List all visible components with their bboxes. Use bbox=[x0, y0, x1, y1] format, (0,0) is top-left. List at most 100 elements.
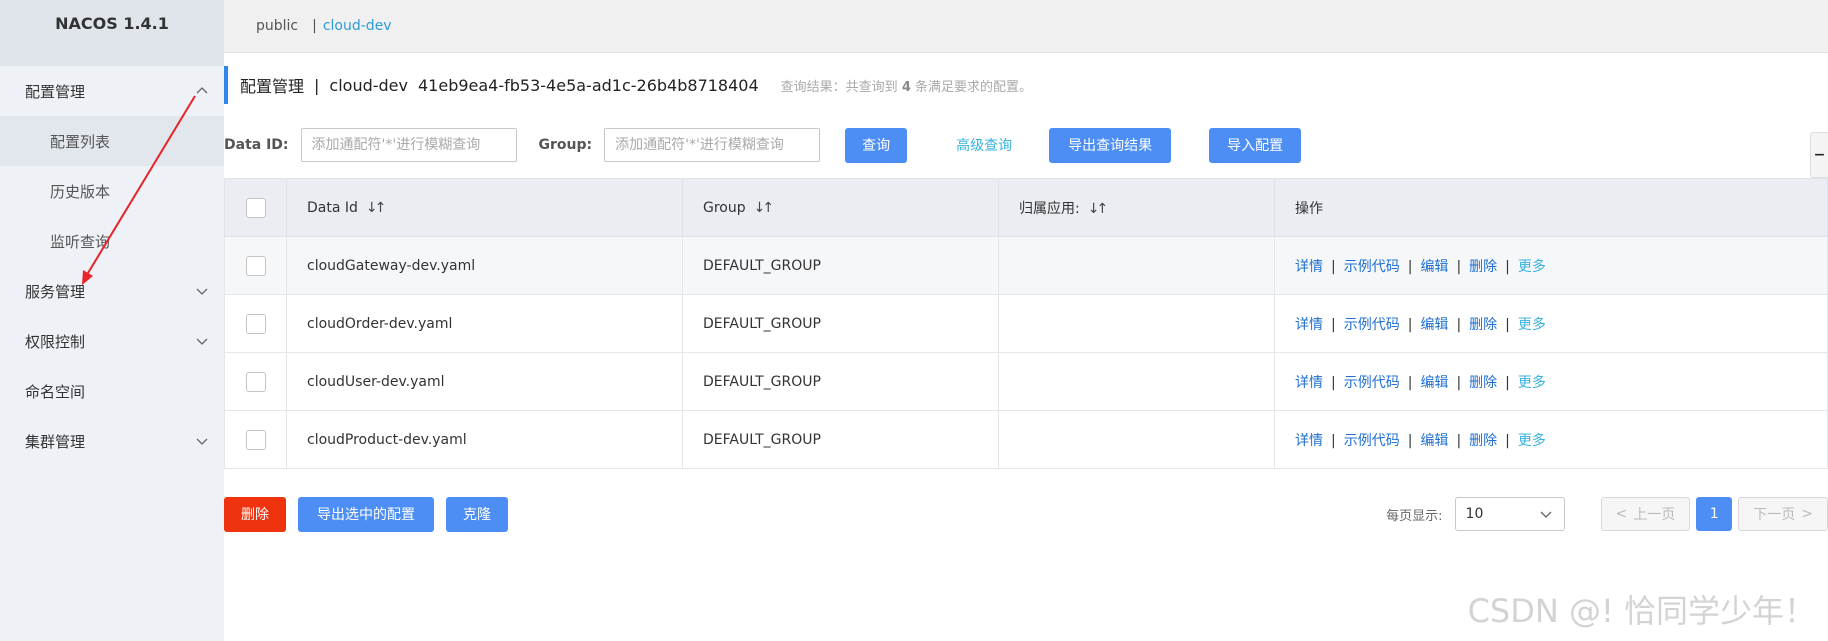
row-checkbox[interactable] bbox=[245, 429, 266, 450]
cell-app bbox=[998, 236, 1275, 295]
table-row: cloudUser-dev.yaml DEFAULT_GROUP 详情 | 示例代码… bbox=[224, 352, 1828, 411]
sample-code-link[interactable]: 示例代码 bbox=[1344, 375, 1400, 391]
advanced-query-link[interactable]: 高级查询 bbox=[939, 128, 1029, 163]
cell-group: DEFAULT_GROUP bbox=[682, 410, 999, 469]
table-row: cloudOrder-dev.yaml DEFAULT_GROUP 详情 | 示例代… bbox=[224, 294, 1828, 353]
cell-app bbox=[998, 294, 1275, 353]
namespace-bar: public | cloud-dev bbox=[224, 0, 1828, 53]
cell-data-id: cloudGateway-dev.yaml bbox=[286, 236, 683, 295]
detail-link[interactable]: 详情 bbox=[1295, 317, 1323, 333]
column-header-app[interactable]: 归属应用: ↓↑ bbox=[998, 178, 1275, 237]
sort-icon[interactable]: ↓↑ bbox=[1088, 201, 1109, 217]
app-root: NACOS 1.4.1 配置管理 配置列表 历史版本 监听查询 服务管理 权限控… bbox=[0, 0, 1828, 641]
sample-code-link[interactable]: 示例代码 bbox=[1344, 433, 1400, 449]
cell-data-id: cloudOrder-dev.yaml bbox=[286, 294, 683, 353]
sidebar-group-access-control[interactable]: 权限控制 bbox=[0, 316, 224, 366]
detail-link[interactable]: 详情 bbox=[1295, 433, 1323, 449]
page-size-label: 每页显示: bbox=[1386, 508, 1443, 524]
column-header-group[interactable]: Group ↓↑ bbox=[682, 178, 999, 237]
sidebar-group-label: 服务管理 bbox=[25, 282, 86, 301]
page-size-select[interactable]: 10 bbox=[1454, 497, 1565, 531]
delete-link[interactable]: 删除 bbox=[1469, 259, 1497, 275]
select-all-checkbox[interactable] bbox=[245, 197, 266, 218]
sidebar-group-label: 权限控制 bbox=[25, 332, 86, 351]
delete-link[interactable]: 删除 bbox=[1469, 433, 1497, 449]
sort-icon[interactable]: ↓↑ bbox=[366, 200, 387, 216]
sidebar-item-label: 配置列表 bbox=[50, 132, 111, 151]
sidebar-item-label: 监听查询 bbox=[50, 232, 111, 251]
cell-group: DEFAULT_GROUP bbox=[682, 236, 999, 295]
column-header-data-id[interactable]: Data Id ↓↑ bbox=[286, 178, 683, 237]
more-link[interactable]: 更多 bbox=[1518, 433, 1546, 449]
query-button[interactable]: 查询 bbox=[845, 127, 908, 163]
sidebar-group-service-management[interactable]: 服务管理 bbox=[0, 266, 224, 316]
main-content: public | cloud-dev 配置管理 | cloud-dev 41eb… bbox=[224, 0, 1828, 641]
title-separator: | bbox=[314, 75, 320, 95]
chevron-down-icon bbox=[196, 438, 208, 445]
sidebar: NACOS 1.4.1 配置管理 配置列表 历史版本 监听查询 服务管理 权限控… bbox=[0, 0, 224, 641]
namespace-cloud-dev[interactable]: cloud-dev bbox=[323, 18, 392, 34]
row-checkbox[interactable] bbox=[245, 313, 266, 334]
edit-link[interactable]: 编辑 bbox=[1420, 375, 1448, 391]
cell-operations: 详情 | 示例代码 | 编辑 | 删除 | 更多 bbox=[1274, 236, 1828, 295]
side-collapse-tab[interactable]: − bbox=[1810, 132, 1828, 178]
clone-button[interactable]: 克隆 bbox=[446, 496, 508, 532]
sidebar-item-history[interactable]: 历史版本 bbox=[0, 166, 224, 216]
more-link[interactable]: 更多 bbox=[1518, 259, 1546, 275]
filter-bar: Data ID: Group: 查询 高级查询 导出查询结果 导入配置 bbox=[224, 127, 1828, 163]
bulk-delete-button[interactable]: 删除 bbox=[224, 496, 286, 532]
more-link[interactable]: 更多 bbox=[1518, 375, 1546, 391]
sidebar-group-cluster-management[interactable]: 集群管理 bbox=[0, 416, 224, 466]
sidebar-group-namespace[interactable]: 命名空间 bbox=[0, 366, 224, 416]
csdn-watermark: CSDN @! 恰同学少年！ bbox=[1467, 592, 1816, 630]
chevron-down-icon bbox=[196, 338, 208, 345]
cell-app bbox=[998, 352, 1275, 411]
row-checkbox[interactable] bbox=[245, 255, 266, 276]
edit-link[interactable]: 编辑 bbox=[1420, 433, 1448, 449]
cell-app bbox=[998, 410, 1275, 469]
chevron-up-icon bbox=[196, 87, 208, 94]
delete-link[interactable]: 删除 bbox=[1469, 317, 1497, 333]
query-result-count: 4 bbox=[901, 79, 911, 95]
cell-data-id: cloudProduct-dev.yaml bbox=[286, 410, 683, 469]
page-button-current[interactable]: 1 bbox=[1696, 497, 1733, 531]
query-result-text: 查询结果：共查询到 4 条满足要求的配置。 bbox=[780, 79, 1033, 95]
namespace-public[interactable]: public bbox=[256, 18, 298, 34]
prev-page-button[interactable]: < 上一页 bbox=[1600, 497, 1691, 531]
sample-code-link[interactable]: 示例代码 bbox=[1344, 259, 1400, 275]
import-config-button[interactable]: 导入配置 bbox=[1209, 127, 1302, 163]
sidebar-group-label: 命名空间 bbox=[25, 382, 86, 401]
column-header-operations: 操作 bbox=[1274, 178, 1828, 237]
sidebar-item-label: 历史版本 bbox=[50, 182, 111, 201]
export-query-results-button[interactable]: 导出查询结果 bbox=[1049, 127, 1172, 163]
sidebar-group-label: 配置管理 bbox=[25, 82, 86, 101]
more-link[interactable]: 更多 bbox=[1518, 317, 1546, 333]
group-label: Group: bbox=[538, 137, 593, 153]
data-id-input[interactable] bbox=[300, 128, 517, 162]
chevron-down-icon bbox=[196, 288, 208, 295]
table-header-row: Data Id ↓↑ Group ↓↑ 归属应用: ↓↑ 操作 bbox=[224, 178, 1828, 237]
detail-link[interactable]: 详情 bbox=[1295, 375, 1323, 391]
export-selected-button[interactable]: 导出选中的配置 bbox=[298, 496, 434, 532]
app-logo: NACOS 1.4.1 bbox=[0, 0, 224, 66]
chevron-left-icon: < bbox=[1615, 506, 1628, 522]
group-input[interactable] bbox=[604, 128, 821, 162]
next-page-button[interactable]: 下一页 > bbox=[1738, 497, 1828, 531]
cell-data-id: cloudUser-dev.yaml bbox=[286, 352, 683, 411]
table-row: cloudProduct-dev.yaml DEFAULT_GROUP 详情 | 示… bbox=[224, 410, 1828, 469]
edit-link[interactable]: 编辑 bbox=[1420, 317, 1448, 333]
cell-operations: 详情 | 示例代码 | 编辑 | 删除 | 更多 bbox=[1274, 410, 1828, 469]
sidebar-group-config-management[interactable]: 配置管理 bbox=[0, 66, 224, 116]
delete-link[interactable]: 删除 bbox=[1469, 375, 1497, 391]
table-row: cloudGateway-dev.yaml DEFAULT_GROUP 详情 | 示… bbox=[224, 236, 1828, 295]
config-table: Data Id ↓↑ Group ↓↑ 归属应用: ↓↑ 操作 cloudGatewa… bbox=[224, 178, 1828, 469]
row-checkbox[interactable] bbox=[245, 371, 266, 392]
edit-link[interactable]: 编辑 bbox=[1420, 259, 1448, 275]
sample-code-link[interactable]: 示例代码 bbox=[1344, 317, 1400, 333]
sidebar-item-listener-query[interactable]: 监听查询 bbox=[0, 216, 224, 266]
sidebar-group-label: 集群管理 bbox=[25, 432, 86, 451]
namespace-name: cloud-dev bbox=[329, 75, 408, 95]
sort-icon[interactable]: ↓↑ bbox=[754, 200, 775, 216]
detail-link[interactable]: 详情 bbox=[1295, 259, 1323, 275]
sidebar-item-config-list[interactable]: 配置列表 bbox=[0, 116, 224, 166]
